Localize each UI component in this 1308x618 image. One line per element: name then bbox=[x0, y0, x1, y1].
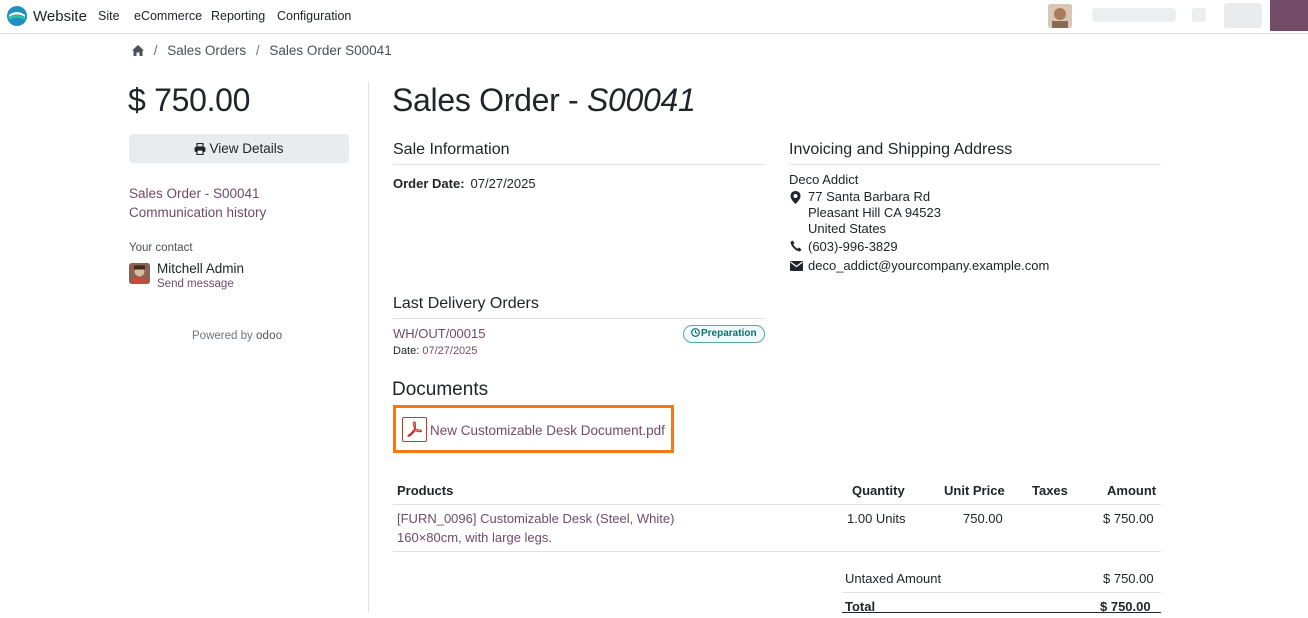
order-date-label: Order Date: bbox=[393, 176, 465, 191]
app-name[interactable]: Website bbox=[33, 8, 87, 25]
powered-by-label: Powered by bbox=[192, 330, 253, 342]
product-amount: $ 750.00 bbox=[1103, 511, 1154, 526]
product-quantity: 1.00 Units bbox=[847, 511, 906, 526]
contact-label: Your contact bbox=[129, 242, 193, 254]
product-name: [FURN_0096] Customizable Desk (Steel, Wh… bbox=[397, 511, 675, 526]
column-header-unit-price: Unit Price bbox=[944, 483, 1005, 498]
document-name[interactable]: New Customizable Desk Document.pdf bbox=[430, 423, 665, 438]
delivery-orders-heading: Last Delivery Orders bbox=[393, 295, 765, 319]
column-header-quantity: Quantity bbox=[852, 483, 905, 498]
contact-avatar bbox=[129, 263, 150, 284]
breadcrumb-current: Sales Order S00041 bbox=[269, 43, 392, 58]
product-description: 160×80cm, with large legs. bbox=[397, 530, 553, 545]
delivery-order-link[interactable]: WH/OUT/00015 bbox=[393, 326, 485, 341]
order-date: Order Date: 07/27/2025 bbox=[393, 176, 536, 191]
address-street: 77 Santa Barbara Rd bbox=[808, 189, 931, 204]
untaxed-amount-value: $ 750.00 bbox=[1103, 571, 1154, 586]
website-switcher[interactable] bbox=[1092, 8, 1176, 22]
menu-configuration[interactable]: Configuration bbox=[277, 9, 351, 23]
totals-divider bbox=[842, 592, 1161, 593]
address-heading: Invoicing and Shipping Address bbox=[789, 141, 1161, 165]
delivery-date: Date: 07/27/2025 bbox=[393, 345, 477, 357]
envelope-icon bbox=[790, 261, 803, 271]
phone-icon bbox=[790, 240, 802, 252]
breadcrumb-sales-orders[interactable]: Sales Orders bbox=[167, 43, 246, 58]
column-header-taxes: Taxes bbox=[1032, 483, 1068, 498]
view-details-label: View Details bbox=[209, 141, 284, 156]
table-header-divider bbox=[393, 504, 1161, 505]
top-navbar: Website Site eCommerce Reporting Configu… bbox=[0, 0, 1308, 34]
menu-reporting[interactable]: Reporting bbox=[211, 9, 265, 23]
page-title: Sales Order - S00041 bbox=[392, 82, 696, 119]
powered-by: Powered by odoo bbox=[192, 330, 282, 342]
delivery-date-label: Date: bbox=[393, 345, 420, 357]
column-header-products: Products bbox=[397, 483, 454, 498]
sale-information-heading: Sale Information bbox=[393, 141, 765, 165]
status-badge: Preparation bbox=[683, 325, 765, 343]
address-phone: (603)-996-3829 bbox=[808, 239, 898, 254]
website-app-icon[interactable] bbox=[6, 5, 28, 27]
order-amount: $ 750.00 bbox=[128, 82, 251, 118]
home-icon[interactable] bbox=[132, 45, 144, 56]
send-message-link[interactable]: Send message bbox=[157, 278, 234, 290]
table-row-divider bbox=[393, 551, 1161, 552]
address-email: deco_addict@yourcompany.example.com bbox=[808, 258, 1050, 273]
document-item[interactable]: New Customizable Desk Document.pdf bbox=[393, 405, 674, 453]
address-country: United States bbox=[808, 221, 887, 236]
divider bbox=[368, 82, 369, 612]
mobile-preview-icon[interactable] bbox=[1192, 8, 1206, 22]
title-prefix: Sales Order - bbox=[392, 82, 587, 118]
total-underline bbox=[842, 612, 1161, 613]
pdf-icon bbox=[402, 417, 427, 442]
title-number: S00041 bbox=[586, 82, 696, 118]
status-badge-label: Preparation bbox=[701, 328, 757, 339]
contact-name: Mitchell Admin bbox=[157, 261, 245, 276]
sidebar-link-communication[interactable]: Communication history bbox=[129, 205, 266, 220]
order-date-value: 07/27/2025 bbox=[470, 176, 536, 191]
untaxed-amount-label: Untaxed Amount bbox=[845, 571, 942, 586]
breadcrumb: / Sales Orders / Sales Order S00041 bbox=[132, 43, 392, 58]
print-icon bbox=[195, 142, 206, 156]
odoo-logo[interactable]: odoo bbox=[256, 330, 282, 342]
map-marker-icon bbox=[790, 191, 801, 204]
website-avatar[interactable] bbox=[1048, 4, 1072, 28]
address-name: Deco Addict bbox=[789, 172, 859, 187]
clock-icon bbox=[691, 328, 700, 337]
edit-button[interactable] bbox=[1224, 3, 1262, 28]
documents-heading: Documents bbox=[392, 379, 489, 400]
product-unit-price: 750.00 bbox=[963, 511, 1003, 526]
menu-ecommerce[interactable]: eCommerce bbox=[134, 9, 202, 23]
delivery-date-value: 07/27/2025 bbox=[422, 345, 478, 357]
menu-site[interactable]: Site bbox=[98, 9, 120, 23]
column-header-amount: Amount bbox=[1107, 483, 1157, 498]
view-details-button[interactable]: View Details bbox=[129, 134, 349, 163]
sidebar-link-order[interactable]: Sales Order - S00041 bbox=[129, 186, 260, 201]
breadcrumb-separator: / bbox=[255, 43, 260, 58]
address-city: Pleasant Hill CA 94523 bbox=[808, 205, 941, 220]
breadcrumb-separator: / bbox=[153, 43, 158, 58]
user-avatar[interactable] bbox=[1270, 0, 1308, 31]
